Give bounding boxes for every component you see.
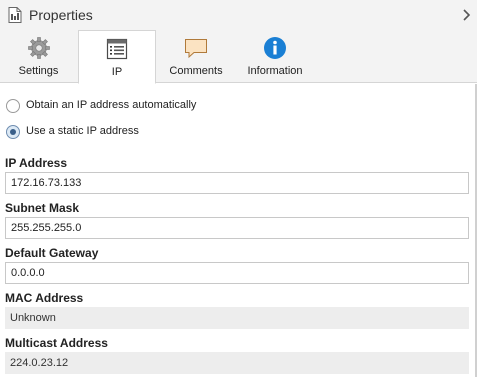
- tab-settings[interactable]: Settings: [0, 30, 77, 83]
- tab-information[interactable]: Information: [236, 30, 314, 83]
- ip-address-label: IP Address: [5, 156, 68, 170]
- tab-comments[interactable]: Comments: [157, 30, 235, 83]
- tab-ip[interactable]: IP: [78, 30, 156, 84]
- window-list-icon: [106, 38, 128, 60]
- default-gateway-input[interactable]: [5, 262, 469, 284]
- properties-header: Properties: [0, 0, 477, 30]
- radio-button-selected[interactable]: [6, 125, 20, 139]
- tab-label: Information: [247, 65, 303, 77]
- tab-label: Comments: [169, 65, 223, 77]
- mac-address-value: Unknown: [5, 307, 469, 329]
- info-icon: [264, 37, 286, 59]
- gear-icon: [27, 37, 50, 59]
- chevron-right-icon[interactable]: [462, 8, 472, 22]
- panel-title: Properties: [29, 7, 93, 23]
- document-properties-icon: [8, 7, 22, 23]
- multicast-address-label: Multicast Address: [5, 336, 108, 350]
- tab-label: IP: [111, 66, 123, 78]
- mac-address-label: MAC Address: [5, 291, 84, 305]
- tab-bar: Settings IP Comments Information: [0, 30, 477, 84]
- radio-label: Obtain an IP address automatically: [26, 99, 197, 111]
- subnet-mask-label: Subnet Mask: [5, 201, 80, 215]
- tab-label: Settings: [18, 65, 59, 77]
- ip-settings-panel: Obtain an IP address automatically Use a…: [0, 84, 477, 377]
- radio-button[interactable]: [6, 99, 20, 113]
- default-gateway-label: Default Gateway: [5, 246, 99, 260]
- subnet-mask-input[interactable]: [5, 217, 469, 239]
- speech-bubble-icon: [185, 39, 207, 59]
- multicast-address-value: 224.0.23.12: [5, 352, 469, 374]
- radio-label: Use a static IP address: [26, 125, 139, 137]
- ip-address-input[interactable]: [5, 172, 469, 194]
